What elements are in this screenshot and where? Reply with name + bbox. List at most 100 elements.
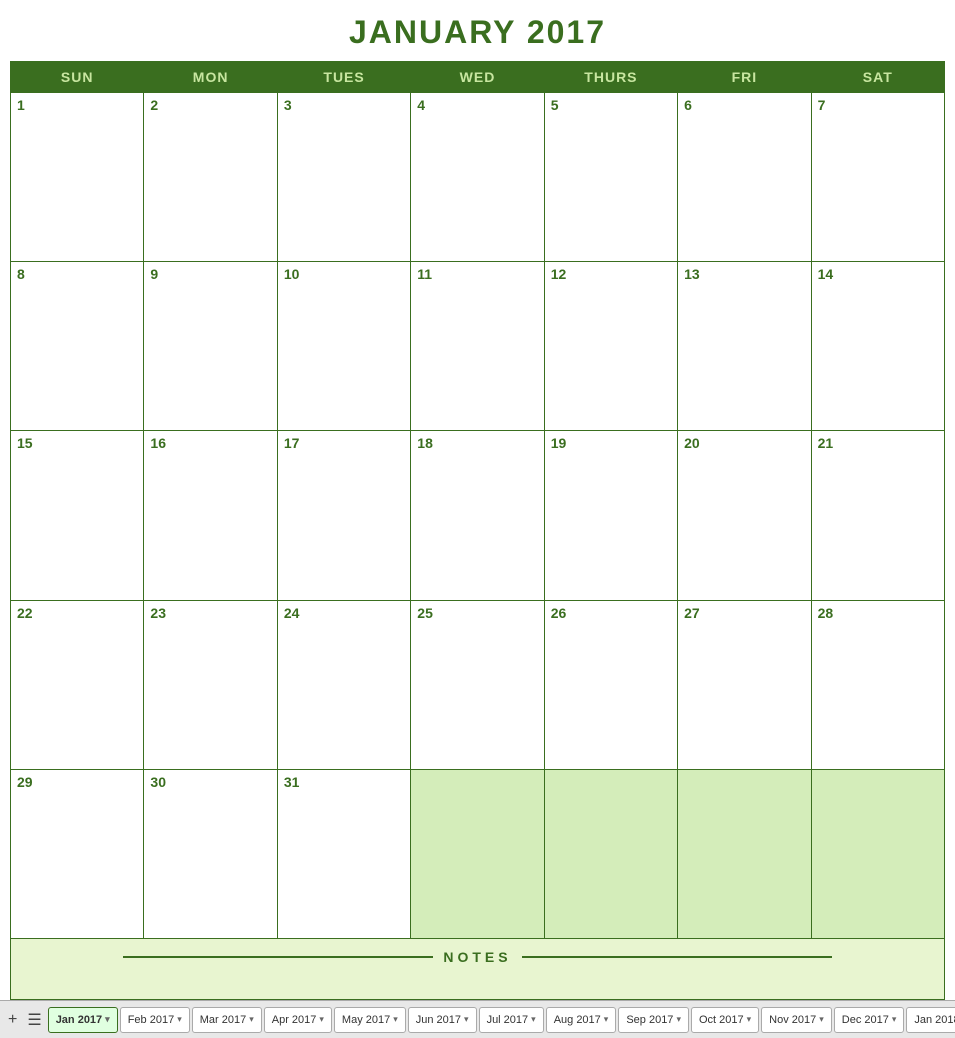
day-cell-11[interactable]: 11 <box>411 262 544 431</box>
day-cell-12[interactable]: 12 <box>545 262 678 431</box>
day-header-fri: FRI <box>678 62 811 93</box>
day-cell-14[interactable]: 14 <box>812 262 945 431</box>
day-num-27: 27 <box>684 605 700 621</box>
day-header-sat: SAT <box>812 62 945 93</box>
tab-label: Jan 2017 <box>56 1014 102 1026</box>
day-num-20: 20 <box>684 435 700 451</box>
day-cell-30[interactable]: 30 <box>144 770 277 939</box>
day-cell-9[interactable]: 9 <box>144 262 277 431</box>
day-cell-28[interactable]: 28 <box>812 601 945 770</box>
day-num-5: 5 <box>551 97 559 113</box>
chevron-down-icon: ▾ <box>604 1014 609 1025</box>
day-num-18: 18 <box>417 435 433 451</box>
calendar-grid: SUNMONTUESWEDTHURSFRISAT 123456789101112… <box>10 61 945 939</box>
day-cell-21[interactable]: 21 <box>812 431 945 600</box>
tab-label: Jul 2017 <box>487 1014 529 1026</box>
calendar-title: JANUARY 2017 <box>10 8 945 61</box>
chevron-down-icon: ▾ <box>531 1014 536 1025</box>
day-num-16: 16 <box>150 435 166 451</box>
tab-apr-2017[interactable]: Apr 2017▾ <box>264 1007 332 1033</box>
tab-label: Sep 2017 <box>626 1014 673 1026</box>
day-cell-25[interactable]: 25 <box>411 601 544 770</box>
day-num-23: 23 <box>150 605 166 621</box>
day-cell-17[interactable]: 17 <box>278 431 411 600</box>
day-cell-18[interactable]: 18 <box>411 431 544 600</box>
day-cell-8[interactable]: 8 <box>11 262 144 431</box>
day-cell-20[interactable]: 20 <box>678 431 811 600</box>
day-cell-5[interactable]: 5 <box>545 93 678 262</box>
tab-nov-2017[interactable]: Nov 2017▾ <box>761 1007 832 1033</box>
week-row-1: 8 9 10 11121314 <box>11 262 945 431</box>
day-cell-3[interactable]: 3 <box>278 93 411 262</box>
day-num-17: 17 <box>284 435 300 451</box>
day-header-wed: WED <box>411 62 544 93</box>
tab-may-2017[interactable]: May 2017▾ <box>334 1007 406 1033</box>
menu-icon[interactable]: ☰ <box>23 1008 45 1032</box>
day-num-8: 8 <box>17 266 25 282</box>
empty-cell <box>678 770 811 939</box>
day-cell-19[interactable]: 19 <box>545 431 678 600</box>
day-cell-2[interactable]: 2 <box>144 93 277 262</box>
chevron-down-icon: ▾ <box>819 1014 824 1025</box>
day-header-mon: MON <box>144 62 277 93</box>
day-cell-22[interactable]: 22 <box>11 601 144 770</box>
tab-dec-2017[interactable]: Dec 2017▾ <box>834 1007 905 1033</box>
day-cell-31[interactable]: 31 <box>278 770 411 939</box>
tab-label: Dec 2017 <box>842 1014 889 1026</box>
day-num-21: 21 <box>818 435 834 451</box>
day-num-4: 4 <box>417 97 425 113</box>
day-cell-29[interactable]: 29 <box>11 770 144 939</box>
chevron-down-icon: ▾ <box>177 1014 182 1025</box>
chevron-down-icon: ▾ <box>676 1014 681 1025</box>
tab-oct-2017[interactable]: Oct 2017▾ <box>691 1007 759 1033</box>
tab-label: Mar 2017 <box>200 1014 246 1026</box>
tab-label: Aug 2017 <box>554 1014 601 1026</box>
day-cell-4[interactable]: 4 <box>411 93 544 262</box>
week-row-2: 15 16 17 18 19 20 21 <box>11 431 945 600</box>
day-cell-27[interactable]: 27 <box>678 601 811 770</box>
week-row-3: 22 23 2425 26 27 28 <box>11 601 945 770</box>
day-num-10: 10 <box>284 266 300 282</box>
day-cell-16[interactable]: 16 <box>144 431 277 600</box>
tab-aug-2017[interactable]: Aug 2017▾ <box>546 1007 617 1033</box>
chevron-down-icon: ▾ <box>105 1014 110 1025</box>
weeks-container: 1234567891011121314151617181920212223242… <box>11 93 945 939</box>
tab-jan-2017[interactable]: Jan 2017▾ <box>48 1007 118 1033</box>
tab-label: Jan 2018 <box>914 1014 955 1026</box>
day-num-31: 31 <box>284 774 300 790</box>
day-headers: SUNMONTUESWEDTHURSFRISAT <box>11 62 945 93</box>
day-cell-26[interactable]: 26 <box>545 601 678 770</box>
day-num-28: 28 <box>818 605 834 621</box>
chevron-down-icon: ▾ <box>393 1014 398 1025</box>
tab-label: Jun 2017 <box>416 1014 461 1026</box>
tab-feb-2017[interactable]: Feb 2017▾ <box>120 1007 190 1033</box>
day-num-9: 9 <box>150 266 158 282</box>
day-cell-13[interactable]: 13 <box>678 262 811 431</box>
add-tab-icon[interactable]: + <box>4 1009 21 1031</box>
empty-cell <box>545 770 678 939</box>
week-row-0: 123 4 5 6 7 <box>11 93 945 262</box>
notes-line-right <box>522 956 832 958</box>
day-cell-6[interactable]: 6 <box>678 93 811 262</box>
day-cell-24[interactable]: 24 <box>278 601 411 770</box>
tab-bar: + ☰ Jan 2017▾Feb 2017▾Mar 2017▾Apr 2017▾… <box>0 1000 955 1038</box>
tab-jul-2017[interactable]: Jul 2017▾ <box>479 1007 544 1033</box>
notes-line-left <box>123 956 433 958</box>
notes-label: NOTES <box>443 949 511 965</box>
day-cell-15[interactable]: 15 <box>11 431 144 600</box>
empty-cell <box>812 770 945 939</box>
day-num-6: 6 <box>684 97 692 113</box>
tab-jan-2018[interactable]: Jan 2018▾ <box>906 1007 955 1033</box>
day-num-3: 3 <box>284 97 292 113</box>
day-cell-7[interactable]: 7 <box>812 93 945 262</box>
day-header-thurs: THURS <box>545 62 678 93</box>
tab-jun-2017[interactable]: Jun 2017▾ <box>408 1007 477 1033</box>
tab-sep-2017[interactable]: Sep 2017▾ <box>618 1007 689 1033</box>
day-cell-10[interactable]: 10 <box>278 262 411 431</box>
day-cell-1[interactable]: 1 <box>11 93 144 262</box>
tab-mar-2017[interactable]: Mar 2017▾ <box>192 1007 262 1033</box>
chevron-down-icon: ▾ <box>747 1014 752 1025</box>
day-cell-23[interactable]: 23 <box>144 601 277 770</box>
notes-header: NOTES <box>31 949 924 965</box>
day-num-26: 26 <box>551 605 567 621</box>
